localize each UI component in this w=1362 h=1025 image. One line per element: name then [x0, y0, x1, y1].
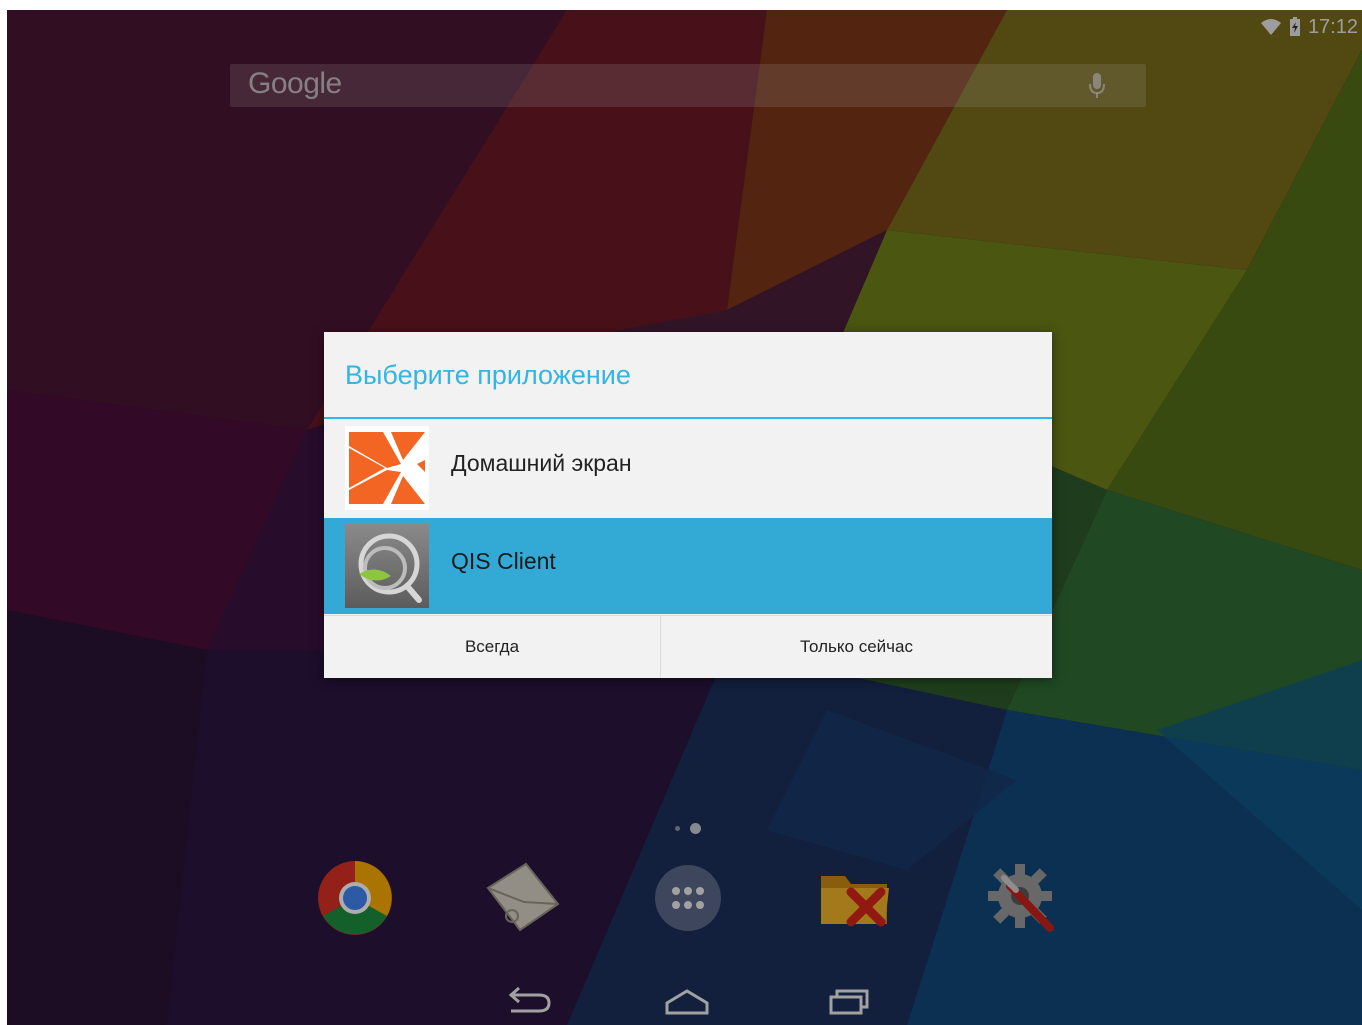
app-option-home-screen[interactable]: Домашний экран [324, 420, 1052, 516]
home-screen-launcher-icon [345, 426, 429, 510]
app-chooser-dialog: Выберите приложение Домашний экран QIS C… [324, 332, 1052, 678]
dialog-title: Выберите приложение [345, 360, 631, 390]
dialog-divider [324, 417, 1052, 419]
app-label-qis-client: QIS Client [451, 548, 556, 574]
qis-client-icon [345, 524, 429, 608]
app-label-home-screen: Домашний экран [451, 450, 632, 476]
android-home-screen: 17:12 Google Выберите приложение Домашни… [7, 10, 1362, 1025]
just-once-button[interactable]: Только сейчас [661, 616, 1052, 678]
always-button[interactable]: Всегда [324, 616, 661, 678]
app-option-qis-client[interactable]: QIS Client [324, 518, 1052, 614]
dialog-button-bar: Всегда Только сейчас [324, 615, 1052, 678]
